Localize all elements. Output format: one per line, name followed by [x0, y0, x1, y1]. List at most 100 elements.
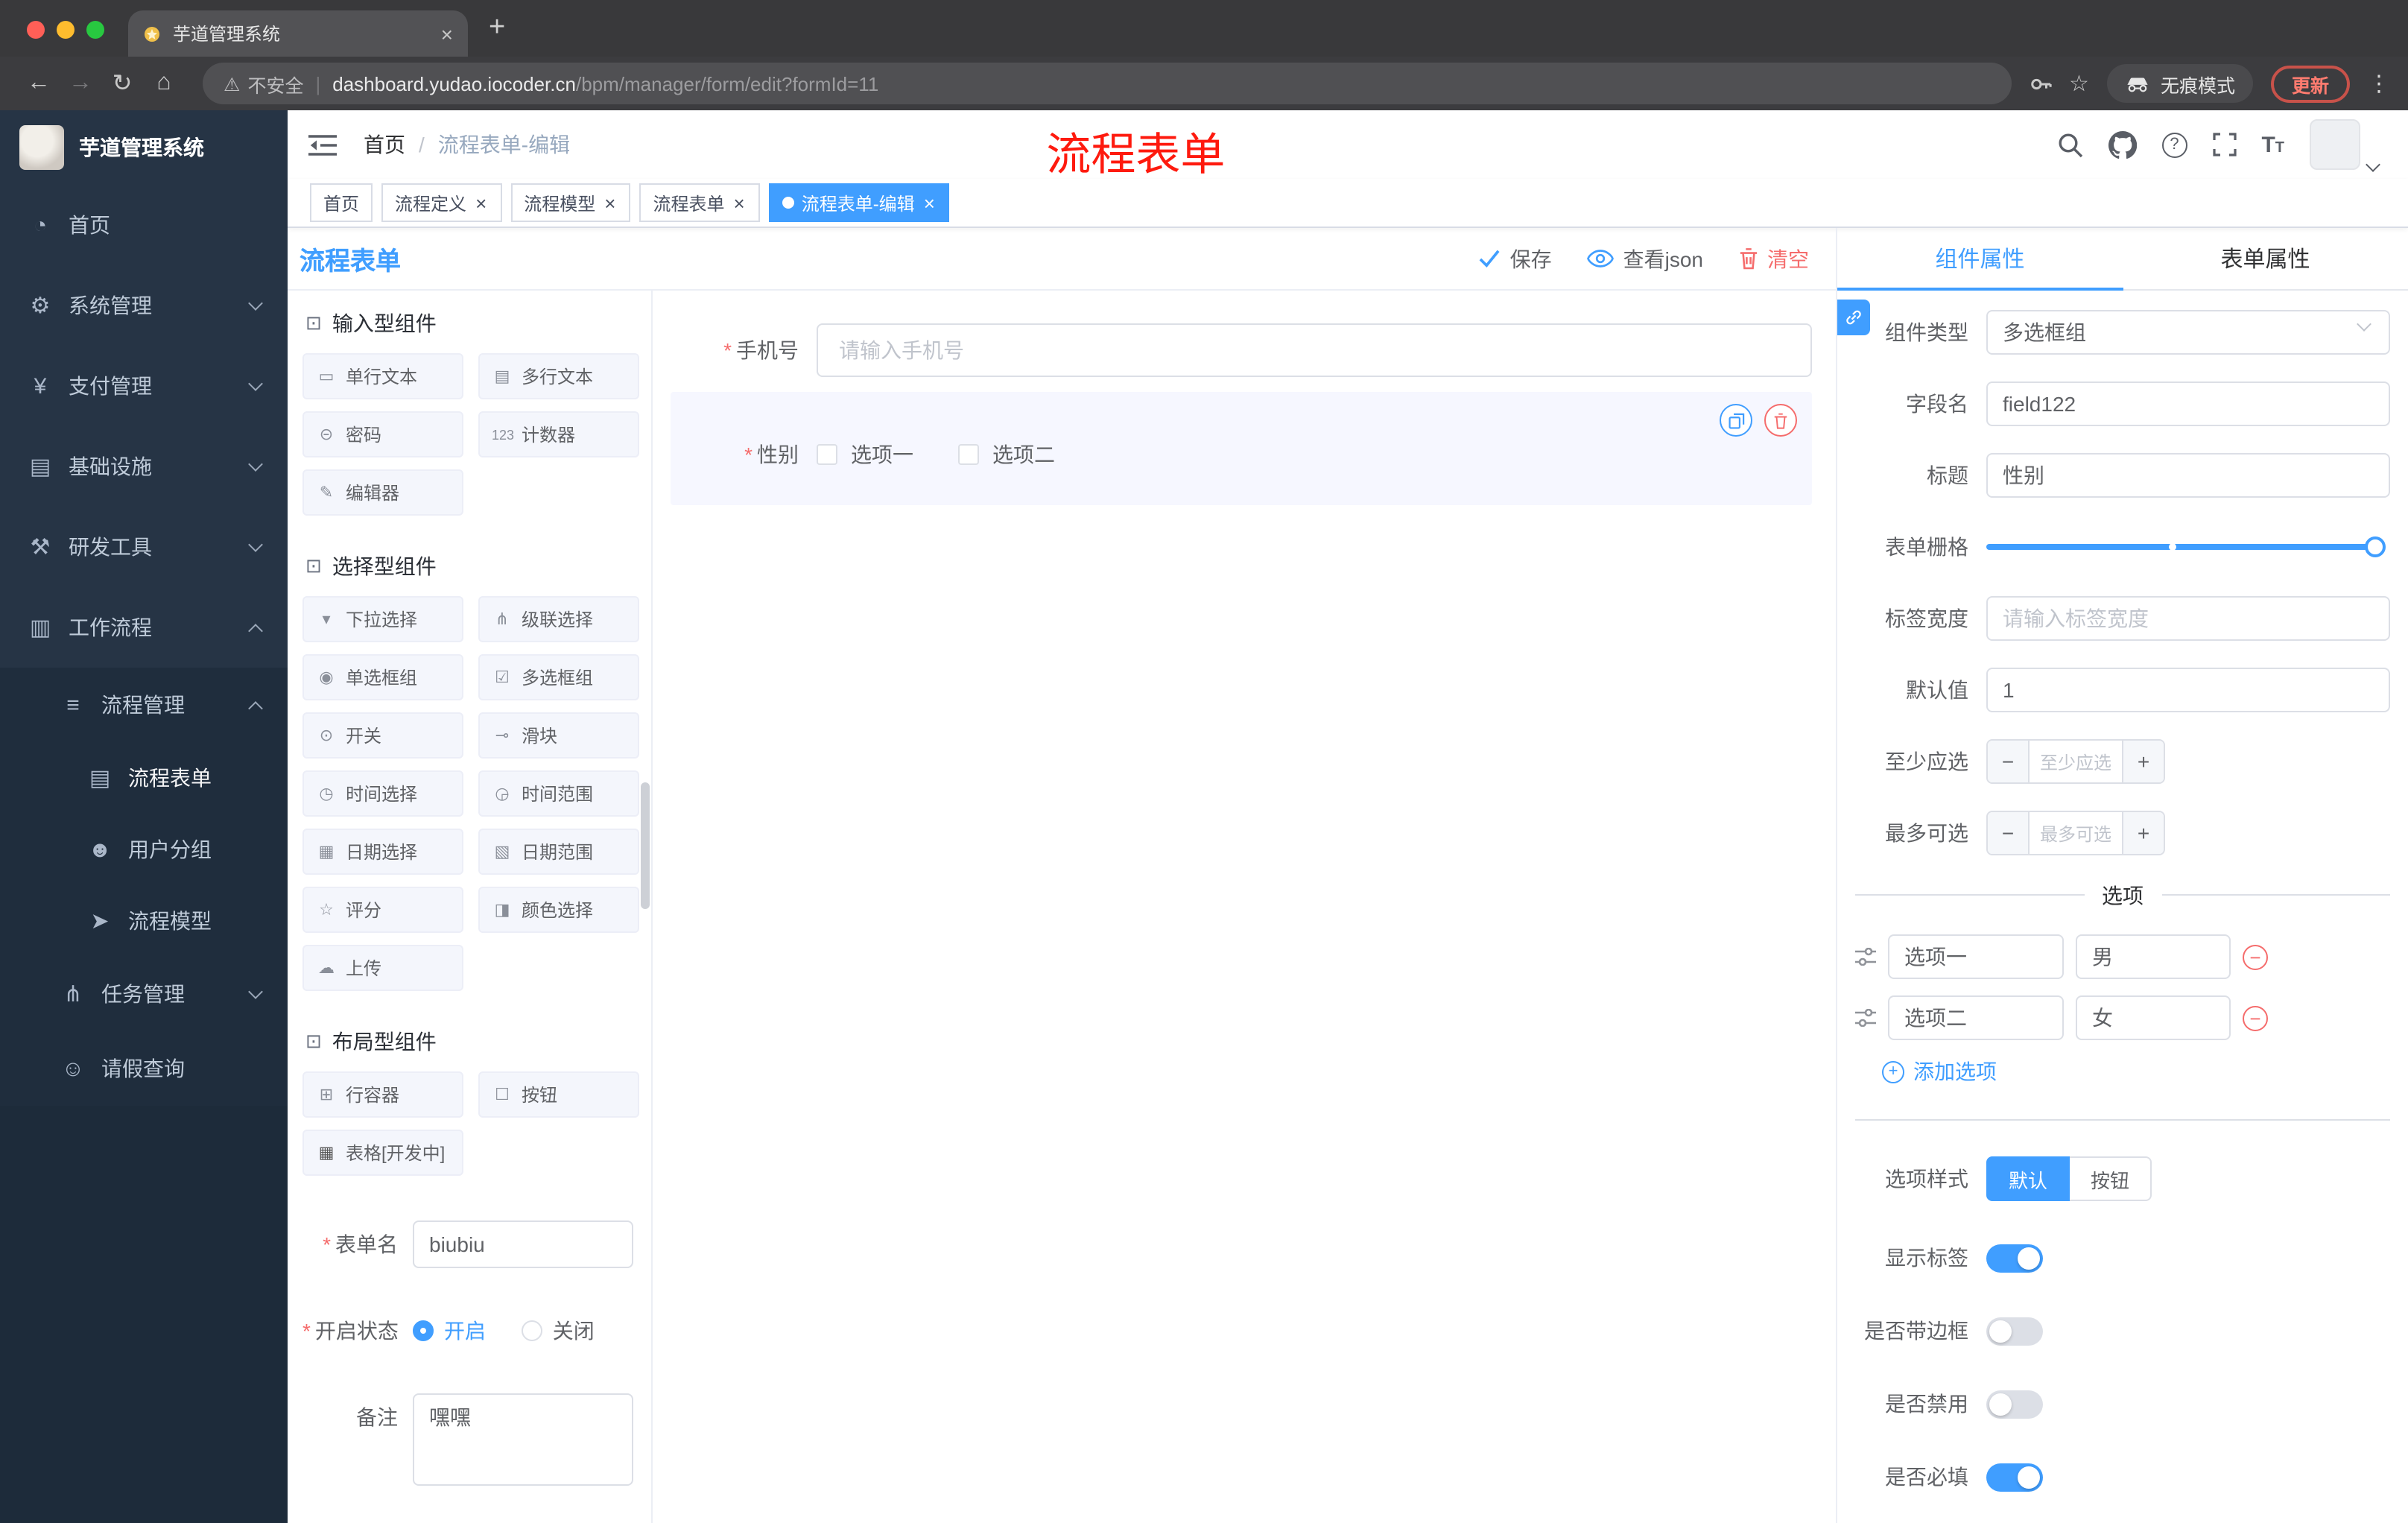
tab-close-icon[interactable]: × [441, 22, 453, 45]
option-1-value-input[interactable] [2076, 934, 2231, 979]
decrement-button[interactable]: − [1988, 812, 2030, 854]
tag-home[interactable]: 首页 [310, 183, 373, 222]
slider-handle[interactable] [2365, 536, 2386, 557]
disabled-switch[interactable] [1986, 1390, 2043, 1418]
sidebar-item-devtools[interactable]: ⚒ 研发工具 [0, 507, 288, 587]
view-json-button[interactable]: 查看json [1587, 244, 1703, 273]
palette-item-upload[interactable]: ☁ 上传 [302, 945, 463, 991]
default-value-input[interactable] [1986, 668, 2390, 712]
sidebar-item-task-management[interactable]: ⋔ 任务管理 [0, 957, 288, 1031]
canvas-field-phone[interactable]: 手机号 [671, 323, 1812, 377]
sidebar-item-process-model[interactable]: ➤ 流程模型 [0, 885, 288, 957]
window-zoom-button[interactable] [86, 21, 104, 39]
browser-menu-icon[interactable]: ⋮ [2368, 70, 2390, 97]
palette-item-date-picker[interactable]: ▦ 日期选择 [302, 829, 463, 875]
tag-close-icon[interactable]: × [474, 193, 488, 212]
remove-option-2-button[interactable]: − [2243, 1005, 2268, 1030]
sidebar-item-workflow[interactable]: ▥ 工作流程 [0, 587, 288, 668]
palette-item-button[interactable]: ☐ 按钮 [478, 1071, 639, 1118]
remove-option-1-button[interactable]: − [2243, 944, 2268, 969]
palette-item-rate[interactable]: ☆ 评分 [302, 887, 463, 933]
palette-item-time-picker[interactable]: ◷ 时间选择 [302, 770, 463, 817]
palette-item-editor[interactable]: ✎ 编辑器 [302, 469, 463, 516]
canvas-field-gender-selected[interactable]: 性别 选项一 选项二 [671, 392, 1812, 505]
fullscreen-icon[interactable] [2212, 133, 2237, 156]
palette-item-date-range[interactable]: ▧ 日期范围 [478, 829, 639, 875]
sidebar-item-home[interactable]: ◔ 首页 [0, 185, 288, 265]
panel-link-handle[interactable] [1837, 300, 1870, 335]
security-status[interactable]: ⚠ 不安全 [224, 69, 303, 98]
palette-item-counter[interactable]: 123 计数器 [478, 411, 639, 457]
palette-item-multi-line-text[interactable]: ▤ 多行文本 [478, 353, 639, 399]
add-option-button[interactable]: + 添加选项 [1882, 1057, 2390, 1086]
github-icon[interactable] [2108, 130, 2137, 159]
palette-item-switch[interactable]: ⊙ 开关 [302, 712, 463, 759]
sidebar-item-payment[interactable]: ¥ 支付管理 [0, 346, 288, 426]
palette-item-time-range[interactable]: ◶ 时间范围 [478, 770, 639, 817]
search-icon[interactable] [2057, 132, 2082, 157]
bookmark-star-icon[interactable]: ☆ [2069, 70, 2089, 97]
user-menu[interactable] [2310, 119, 2381, 172]
option-drag-handle[interactable] [1855, 1009, 1876, 1027]
home-button[interactable]: ⌂ [143, 63, 185, 104]
field-name-input[interactable] [1986, 381, 2390, 426]
password-key-icon[interactable] [2029, 72, 2051, 95]
palette-item-checkbox-group[interactable]: ☑ 多选框组 [478, 654, 639, 700]
palette-item-slider[interactable]: ⊸ 滑块 [478, 712, 639, 759]
address-bar[interactable]: ⚠ 不安全 | dashboard.yudao.iocoder.cn/bpm/m… [203, 63, 2012, 104]
tab-component-props[interactable]: 组件属性 [1837, 228, 2123, 291]
option-drag-handle[interactable] [1855, 948, 1876, 966]
max-select-value[interactable]: 最多可选 [2030, 812, 2122, 854]
sidebar-item-system[interactable]: ⚙ 系统管理 [0, 265, 288, 346]
required-switch[interactable] [1986, 1463, 2043, 1491]
palette-item-select[interactable]: ▾ 下拉选择 [302, 596, 463, 642]
form-canvas[interactable]: 手机号 [653, 291, 1836, 1523]
reload-button[interactable]: ↻ [101, 63, 143, 104]
component-type-select[interactable]: 多选框组 [1986, 310, 2390, 355]
tag-process-form[interactable]: 流程表单 × [639, 183, 760, 222]
border-switch[interactable] [1986, 1317, 2043, 1345]
gender-option-1-checkbox[interactable]: 选项一 [817, 440, 913, 469]
sidebar-item-infrastructure[interactable]: ▤ 基础设施 [0, 426, 288, 507]
option-1-name-input[interactable] [1888, 934, 2064, 979]
tag-close-icon[interactable]: × [603, 193, 617, 212]
palette-item-row-container[interactable]: ⊞ 行容器 [302, 1071, 463, 1118]
palette-item-table[interactable]: ▦ 表格[开发中] [302, 1130, 463, 1176]
grid-slider[interactable] [1986, 536, 2386, 557]
palette-item-radio-group[interactable]: ◉ 单选框组 [302, 654, 463, 700]
clear-button[interactable]: 清空 [1739, 244, 1809, 273]
browser-update-button[interactable]: 更新 [2270, 65, 2350, 102]
title-input[interactable] [1986, 453, 2390, 498]
decrement-button[interactable]: − [1988, 741, 2030, 782]
delete-component-button[interactable] [1764, 404, 1797, 437]
tag-process-definition[interactable]: 流程定义 × [381, 183, 502, 222]
back-button[interactable]: ← [18, 63, 60, 104]
gender-option-2-checkbox[interactable]: 选项二 [958, 440, 1055, 469]
option-2-name-input[interactable] [1888, 995, 2064, 1040]
option-2-value-input[interactable] [2076, 995, 2231, 1040]
sidebar-item-user-group[interactable]: ☻ 用户分组 [0, 814, 288, 885]
sidebar-item-process-management[interactable]: ≡ 流程管理 [0, 668, 288, 742]
tag-close-icon[interactable]: × [922, 193, 937, 212]
sidebar-logo[interactable]: 芋道管理系统 [0, 110, 288, 185]
breadcrumb-home[interactable]: 首页 [364, 130, 405, 159]
status-off-radio[interactable]: 关闭 [521, 1307, 595, 1355]
style-button-button[interactable]: 按钮 [2070, 1156, 2152, 1201]
save-button[interactable]: 保存 [1479, 244, 1552, 273]
browser-tab[interactable]: 芋道管理系统 × [128, 10, 468, 57]
copy-component-button[interactable] [1720, 404, 1752, 437]
help-icon[interactable]: ? [2161, 132, 2187, 157]
sidebar-item-process-form[interactable]: ▤ 流程表单 [0, 742, 288, 814]
sidebar-toggle-icon[interactable] [308, 133, 337, 156]
window-minimize-button[interactable] [57, 21, 75, 39]
remark-textarea[interactable]: 嘿嘿 [413, 1393, 633, 1486]
new-tab-button[interactable]: + [489, 12, 505, 45]
palette-item-color-picker[interactable]: ◨ 颜色选择 [478, 887, 639, 933]
form-name-input[interactable] [413, 1220, 633, 1268]
min-select-value[interactable]: 至少应选 [2030, 741, 2122, 782]
palette-scrollbar[interactable] [641, 782, 650, 909]
font-size-icon[interactable]: TT [2261, 132, 2284, 157]
status-on-radio[interactable]: 开启 [413, 1307, 486, 1355]
tag-close-icon[interactable]: × [732, 193, 747, 212]
tag-process-model[interactable]: 流程模型 × [510, 183, 631, 222]
